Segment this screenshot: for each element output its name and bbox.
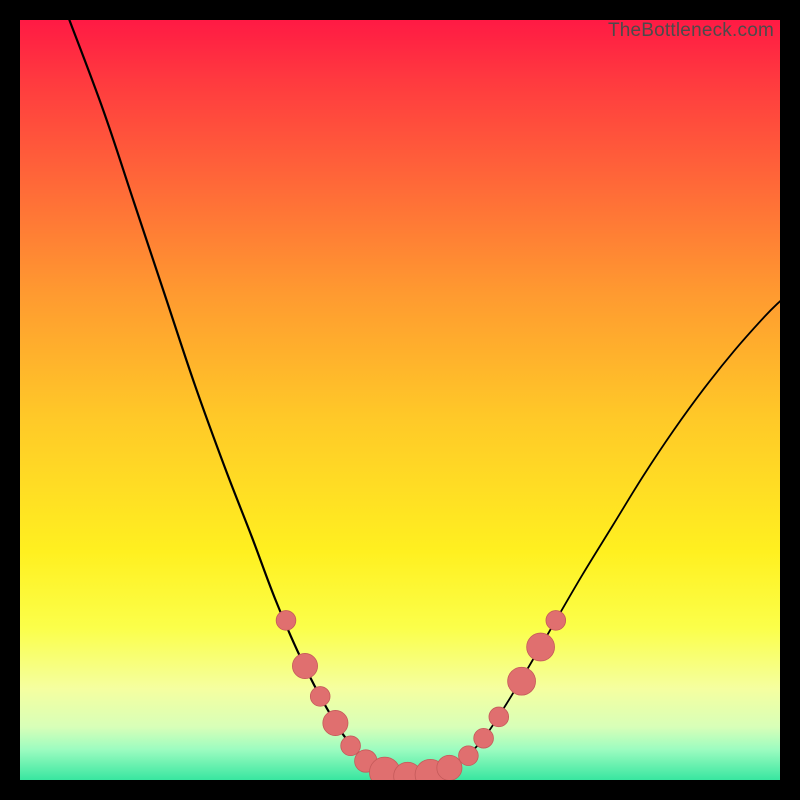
data-marker [459,746,479,766]
data-marker [341,736,361,756]
data-marker [489,707,509,727]
data-marker [310,687,330,707]
data-marker [292,653,317,678]
curve-left [69,20,415,777]
plot-svg [20,20,780,780]
data-marker [508,667,536,695]
data-marker [323,710,348,735]
markers-group [276,611,565,780]
data-marker [276,611,296,631]
data-marker [527,633,555,661]
data-marker [546,611,566,631]
curve-right [415,301,780,777]
data-marker [474,728,494,748]
chart-frame: TheBottleneck.com [20,20,780,780]
data-marker [437,755,462,780]
